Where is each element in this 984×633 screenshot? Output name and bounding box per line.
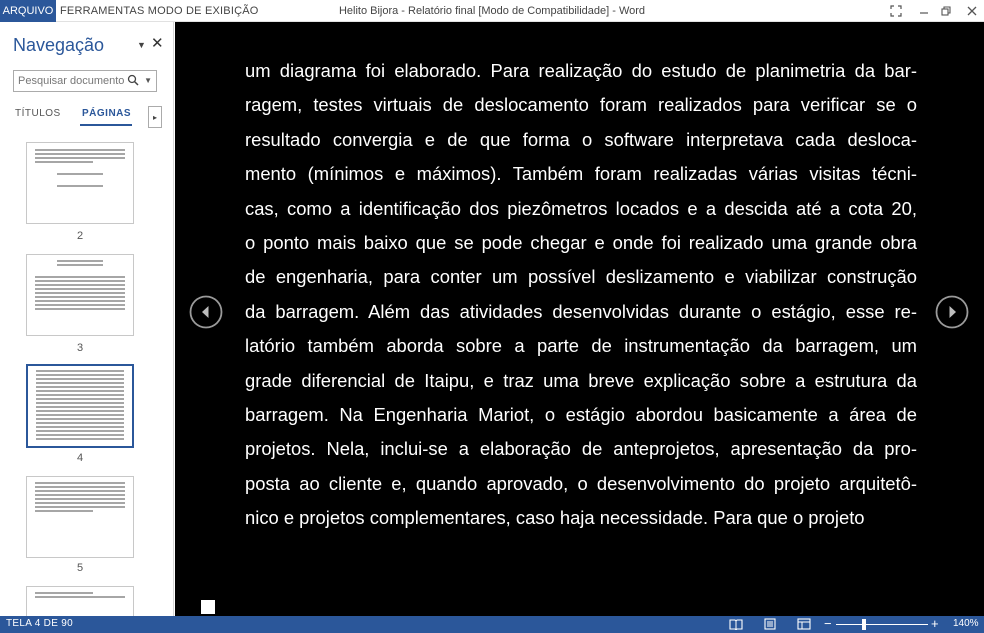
page-thumbnail[interactable]	[26, 254, 134, 336]
thumbnail-page-number: 2	[76, 230, 84, 242]
thumbnail-page-number: 5	[76, 562, 84, 574]
text-line: posta ao cliente e, quando aprovado, o d…	[245, 472, 917, 494]
navigation-title: Navegação	[13, 35, 105, 55]
page-indicator[interactable]: TELA 4 DE 90	[6, 618, 73, 629]
text-line: o ponto mais baixo que se pode chegar e …	[245, 232, 917, 254]
page-thumbnail-selected[interactable]	[26, 364, 134, 448]
web-layout-icon[interactable]	[796, 617, 812, 631]
document-text: um diagrama foi elaborado. Para realizaç…	[245, 54, 917, 536]
restore-icon[interactable]	[932, 0, 960, 22]
page-thumbnail[interactable]	[26, 142, 134, 224]
text-line: resultado convergia e de que forma o sof…	[245, 128, 917, 150]
more-tabs-icon[interactable]: ▸	[148, 106, 162, 128]
search-icon[interactable]	[127, 74, 139, 89]
page-thumbnail[interactable]	[26, 476, 134, 558]
previous-screen-arrow-icon[interactable]	[189, 295, 223, 329]
text-line: de engenharia, para conter um possível d…	[245, 266, 917, 288]
status-bar: TELA 4 DE 90 − + 140%	[0, 616, 984, 633]
read-mode-icon[interactable]	[728, 617, 744, 631]
text-line: mento (mínimos e máximos). Também foram …	[245, 163, 917, 185]
text-line: projetos. Nela, inclui-se a elaboração d…	[245, 438, 917, 460]
next-screen-arrow-icon[interactable]	[935, 295, 969, 329]
pane-close-icon[interactable]: ✕	[151, 34, 164, 52]
text-line: grade diferencial de Itaipu, e traz uma …	[245, 369, 917, 391]
title-bar: ARQUIVO FERRAMENTAS MODO DE EXIBIÇÃO Hel…	[0, 0, 984, 22]
zoom-slider[interactable]	[836, 619, 928, 630]
reading-area: um diagrama foi elaborado. Para realizaç…	[175, 22, 984, 616]
zoom-level[interactable]: 140%	[953, 618, 979, 629]
pane-options-icon[interactable]: ▼	[137, 40, 146, 50]
text-line: barragem. Na Engenharia Mariot, o estági…	[245, 404, 917, 426]
close-icon[interactable]	[958, 0, 984, 22]
text-line: latório também aborda sobre a parte de i…	[245, 335, 917, 357]
search-placeholder: Pesquisar documento	[18, 75, 125, 87]
active-tab-indicator	[80, 124, 132, 126]
search-dropdown-icon[interactable]: ▼	[144, 76, 152, 85]
view-tools-tab[interactable]: FERRAMENTAS MODO DE EXIBIÇÃO	[60, 0, 259, 22]
zoom-slider-handle[interactable]	[862, 619, 866, 630]
file-tab[interactable]: ARQUIVO	[0, 0, 56, 22]
tab-pages[interactable]: PÁGINAS	[82, 108, 131, 119]
zoom-in-icon[interactable]: +	[931, 616, 939, 631]
thumbnail-page-number: 4	[76, 452, 84, 464]
text-line: cas, como a identificação dos piezômetro…	[245, 197, 917, 219]
tab-titles[interactable]: TÍTULOS	[15, 108, 61, 119]
text-line: nico e projetos complementares, caso haj…	[245, 507, 865, 529]
navigation-pane: Navegação ▼ ✕ Pesquisar documento ▼ TÍTU…	[0, 22, 174, 616]
fullscreen-icon[interactable]	[882, 0, 910, 22]
zoom-out-icon[interactable]: −	[824, 617, 832, 631]
page-thumbnail[interactable]	[26, 586, 134, 616]
thumbnail-page-number: 3	[76, 342, 84, 354]
text-line: um diagrama foi elaborado. Para realizaç…	[245, 60, 917, 81]
print-layout-icon[interactable]	[762, 617, 778, 631]
search-document-input[interactable]: Pesquisar documento ▼	[13, 70, 157, 92]
text-line: ragem, testes virtuais de deslocamento f…	[245, 94, 917, 116]
page-marker	[201, 600, 215, 614]
text-line: da barragem. Além das atividades desenvo…	[245, 300, 917, 322]
